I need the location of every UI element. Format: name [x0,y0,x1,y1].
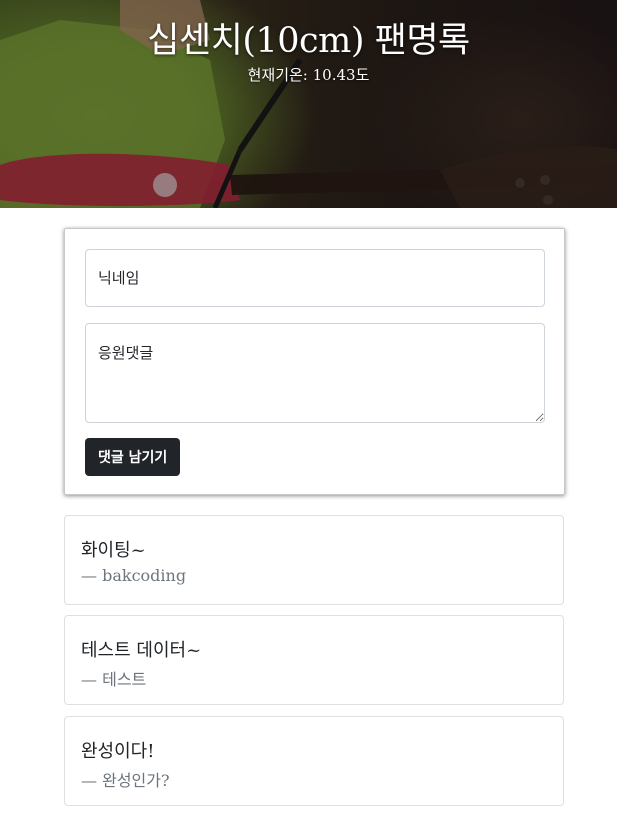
hero-banner: 십센치(10cm) 팬명록 현재기온: 10.43도 [0,0,617,208]
comment-textarea[interactable] [85,323,545,423]
submit-comment-button[interactable]: 댓글 남기기 [85,438,181,476]
author-name: 완성인가? [102,771,170,790]
comment-card: 완성이다! — 완성인가? [64,716,564,806]
comment-author: — 완성인가? [81,767,170,791]
comment-text: 테스트 데이터~ [81,640,202,661]
weather-label: 현재기온: [247,66,308,84]
author-dash: — [81,771,97,790]
comment-author: — bakcoding [81,566,186,585]
temperature-value: 10.43도 [312,66,370,84]
author-name: bakcoding [102,566,187,585]
comment-text: 화이팅~ [81,540,146,561]
comment-author: — 테스트 [81,666,146,690]
author-dash: — [81,566,97,585]
author-name: 테스트 [102,670,147,689]
comment-text: 완성이다! [81,741,155,762]
author-dash: — [81,670,97,689]
page-title: 십센치(10cm) 팬명록 [147,21,470,61]
weather-readout: 현재기온: 10.43도 [0,64,617,85]
comment-card: 테스트 데이터~ — 테스트 [64,615,564,705]
nickname-input[interactable] [85,249,545,307]
comment-card: 화이팅~ — bakcoding [64,515,564,605]
comment-form-card: 댓글 남기기 [64,228,565,495]
